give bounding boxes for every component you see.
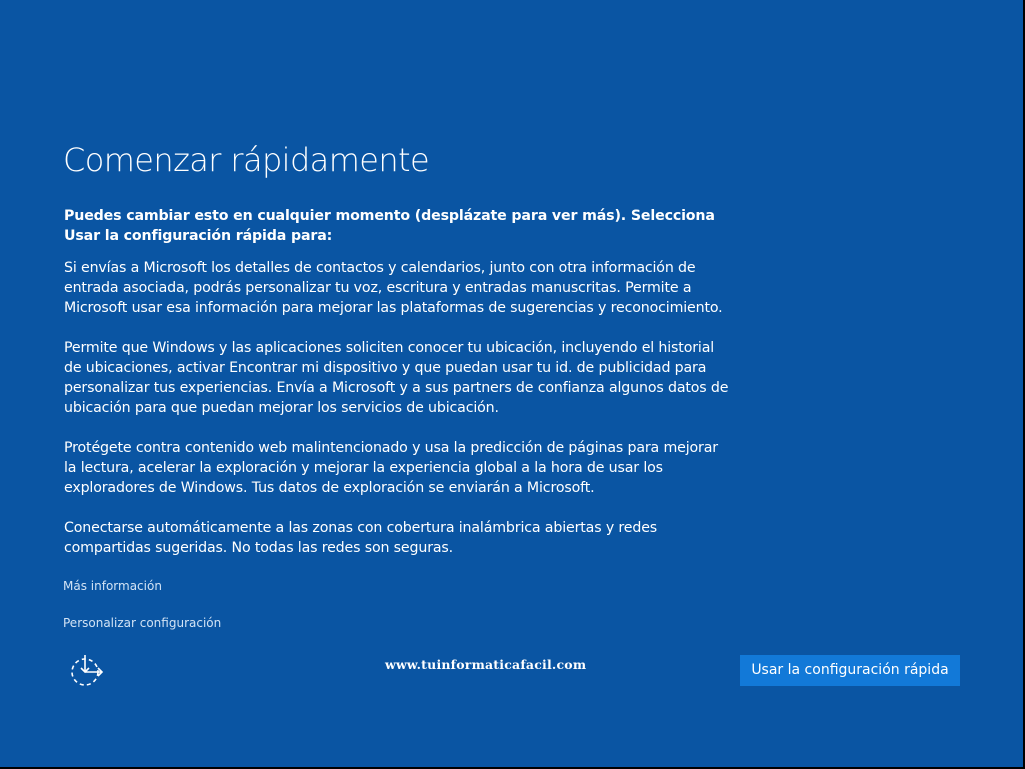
settings-description-scroll[interactable]: Puedes cambiar esto en cualquier momento… [64, 206, 729, 556]
paragraph-browser-protection: Protégete contra contenido web malintenc… [64, 440, 718, 496]
intro-text: Puedes cambiar esto en cualquier momento… [64, 208, 715, 244]
ease-of-access-icon[interactable] [68, 652, 106, 688]
use-express-settings-button[interactable]: Usar la configuración rápida [740, 655, 960, 686]
paragraph-location: Permite que Windows y las aplicaciones s… [64, 340, 729, 416]
page-title: Comenzar rápidamente [63, 141, 430, 179]
paragraph-personalization: Si envías a Microsoft los detalles de co… [64, 260, 723, 316]
customize-settings-link[interactable]: Personalizar configuración [63, 615, 221, 631]
watermark-text: www.tuinformaticafacil.com [385, 657, 587, 672]
ease-of-access-icon-graphic [71, 655, 104, 686]
more-info-link[interactable]: Más información [63, 578, 162, 594]
paragraph-connectivity: Conectarse automáticamente a las zonas c… [64, 520, 658, 556]
